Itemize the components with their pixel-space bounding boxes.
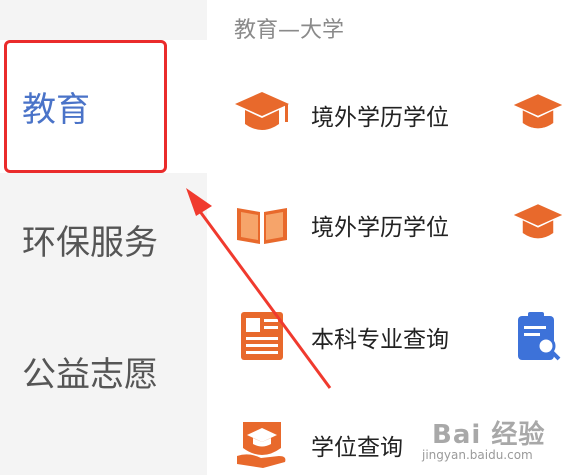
watermark-main: Bai 经验 xyxy=(432,420,546,450)
service-item-major-query[interactable]: 本科专业查询 xyxy=(227,306,567,366)
sidebar-item-label: 公益志愿 xyxy=(22,355,158,395)
sidebar-item-label: 环保服务 xyxy=(22,223,158,263)
sidebar-item-volunteer[interactable]: 公益志愿 xyxy=(0,303,207,433)
service-label: 学位查询 xyxy=(311,435,403,461)
service-label: 境外学历学位 xyxy=(311,215,449,241)
graduation-cap-icon xyxy=(235,92,289,130)
service-label: 本科专业查询 xyxy=(311,327,449,353)
open-book-icon xyxy=(237,208,287,244)
service-label: 境外学历学位 xyxy=(311,105,449,131)
degree-hand-icon xyxy=(237,422,286,468)
service-list: 教育—大学 境外学历学位 境外学历学位 本科专业查询 学位查询 xyxy=(207,0,567,475)
section-title: 教育—大学 xyxy=(234,18,345,43)
app-page: 教育 环保服务 公益志愿 教育—大学 境外学历学位 境外学历学位 本科专业查询 … xyxy=(0,0,567,475)
newspaper-icon xyxy=(241,312,283,360)
clipboard-search-icon[interactable] xyxy=(512,310,564,362)
service-item-overseas-degree-2[interactable]: 境外学历学位 xyxy=(227,194,567,254)
service-item-overseas-degree[interactable]: 境外学历学位 xyxy=(227,84,567,144)
watermark-sub: jingyan.baidu.com xyxy=(422,448,533,462)
graduation-cap-icon[interactable] xyxy=(512,198,564,250)
highlight-annotation-box xyxy=(4,40,167,173)
graduation-cap-icon[interactable] xyxy=(512,88,564,140)
baidu-watermark: Bai 经验 jingyan.baidu.com xyxy=(412,412,562,470)
sidebar-item-environmental[interactable]: 环保服务 xyxy=(0,173,207,303)
